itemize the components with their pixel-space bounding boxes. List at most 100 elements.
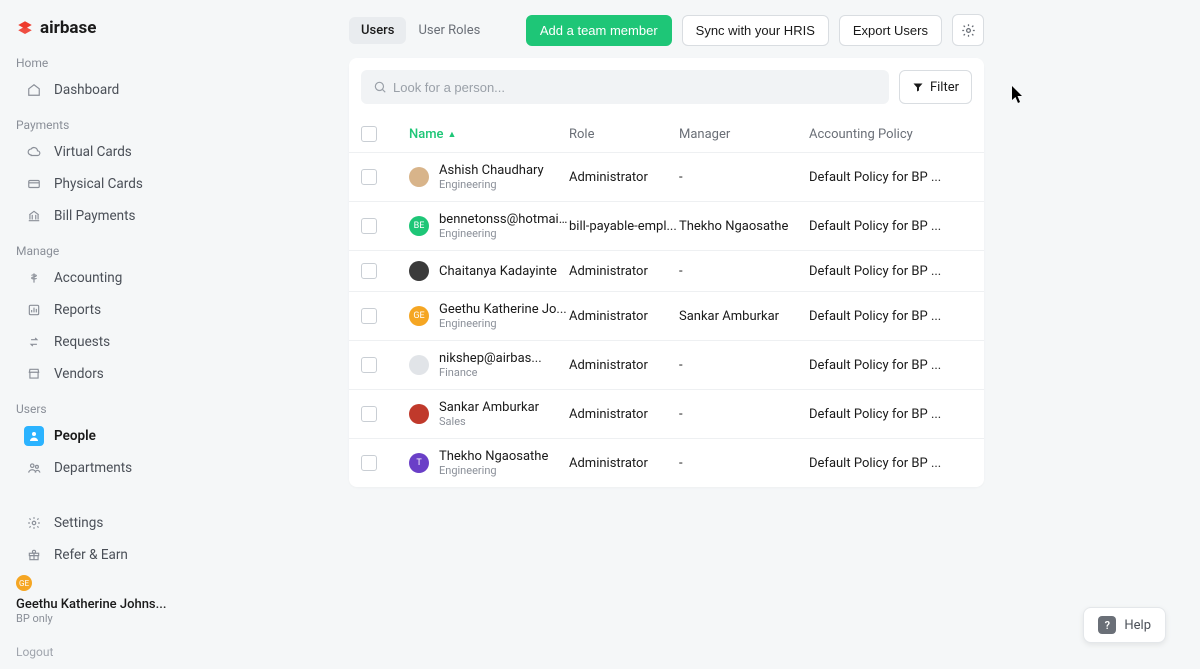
row-name: Chaitanya Kadayinte — [439, 264, 557, 279]
logout-link[interactable]: Logout — [16, 645, 216, 659]
select-all-checkbox[interactable] — [361, 126, 377, 142]
row-name: Ashish Chaudhary — [439, 163, 544, 178]
nav-people[interactable]: People — [16, 420, 216, 452]
row-policy: Default Policy for BP ... — [809, 219, 959, 234]
row-policy: Default Policy for BP ... — [809, 170, 959, 185]
table-header-row: Name ▲ Role Manager Accounting Policy — [349, 116, 984, 152]
table-row[interactable]: Chaitanya Kadayinte Administrator - Defa… — [349, 250, 984, 291]
nav-settings[interactable]: Settings — [16, 507, 216, 539]
row-avatar — [409, 355, 429, 375]
nav-virtual-cards[interactable]: Virtual Cards — [16, 136, 216, 168]
row-policy: Default Policy for BP ... — [809, 456, 959, 471]
table-row[interactable]: Sankar Amburkar Sales Administrator - De… — [349, 389, 984, 438]
table-row[interactable]: T Thekho Ngaosathe Engineering Administr… — [349, 438, 984, 487]
nav-label: Bill Payments — [54, 208, 136, 224]
filter-icon — [912, 81, 924, 93]
row-dept: Finance — [439, 366, 542, 379]
row-role: Administrator — [569, 264, 679, 279]
nav-physical-cards[interactable]: Physical Cards — [16, 168, 216, 200]
tab-user-roles[interactable]: User Roles — [406, 17, 492, 44]
search-icon — [373, 80, 387, 94]
nav-heading-payments: Payments — [16, 118, 216, 132]
sidebar: airbase Home Dashboard Payments Virtual … — [0, 0, 216, 669]
help-label: Help — [1124, 618, 1151, 633]
gear-icon — [961, 23, 976, 38]
nav-label: People — [54, 428, 96, 444]
brand-name: airbase — [40, 18, 96, 38]
nav-dashboard[interactable]: Dashboard — [16, 74, 216, 106]
settings-gear-button[interactable] — [952, 14, 984, 46]
table-row[interactable]: nikshep@airbas... Finance Administrator … — [349, 340, 984, 389]
nav-label: Accounting — [54, 270, 122, 286]
main-content: Users User Roles Add a team member Sync … — [216, 0, 1200, 669]
current-user-sub: BP only — [16, 612, 216, 625]
table-body: Ashish Chaudhary Engineering Administrat… — [349, 152, 984, 487]
nav-heading-home: Home — [16, 56, 216, 70]
row-avatar — [409, 404, 429, 424]
col-header-policy[interactable]: Accounting Policy — [809, 127, 959, 142]
row-checkbox[interactable] — [361, 406, 377, 422]
filter-label: Filter — [930, 80, 959, 95]
nav-accounting[interactable]: Accounting — [16, 262, 216, 294]
row-manager: - — [679, 456, 809, 471]
row-avatar: GE — [409, 306, 429, 326]
row-name: Sankar Amburkar — [439, 400, 539, 415]
row-policy: Default Policy for BP ... — [809, 407, 959, 422]
row-checkbox[interactable] — [361, 263, 377, 279]
table-row[interactable]: BE bennetonss@hotmail.... Engineering bi… — [349, 201, 984, 250]
row-dept: Engineering — [439, 464, 548, 477]
row-checkbox[interactable] — [361, 357, 377, 373]
row-dept: Sales — [439, 415, 539, 428]
nav-refer[interactable]: Refer & Earn — [16, 539, 216, 571]
nav-requests[interactable]: Requests — [16, 326, 216, 358]
row-checkbox[interactable] — [361, 308, 377, 324]
gift-icon — [24, 545, 44, 565]
row-avatar — [409, 261, 429, 281]
nav-label: Dashboard — [54, 82, 119, 98]
nav-label: Refer & Earn — [54, 547, 128, 563]
table-row[interactable]: GE Geethu Katherine Jo... Engineering Ad… — [349, 291, 984, 340]
airbase-logo-icon — [16, 19, 34, 37]
row-role: Administrator — [569, 309, 679, 324]
row-manager: - — [679, 170, 809, 185]
export-users-button[interactable]: Export Users — [839, 15, 942, 46]
col-header-manager[interactable]: Manager — [679, 127, 809, 142]
row-checkbox[interactable] — [361, 169, 377, 185]
col-header-role[interactable]: Role — [569, 127, 679, 142]
card-icon — [24, 174, 44, 194]
search-input[interactable] — [393, 80, 877, 95]
row-avatar — [409, 167, 429, 187]
current-user-avatar: GE — [16, 575, 32, 591]
nav-heading-users: Users — [16, 402, 216, 416]
brand-logo[interactable]: airbase — [16, 18, 216, 38]
nav-reports[interactable]: Reports — [16, 294, 216, 326]
row-role: Administrator — [569, 358, 679, 373]
search-box[interactable] — [361, 70, 889, 104]
help-widget[interactable]: ? Help — [1083, 607, 1166, 643]
row-checkbox[interactable] — [361, 455, 377, 471]
store-icon — [24, 364, 44, 384]
users-card: Filter Name ▲ Role Manager Accounting Po… — [349, 58, 984, 487]
table-row[interactable]: Ashish Chaudhary Engineering Administrat… — [349, 152, 984, 201]
chart-icon — [24, 300, 44, 320]
current-user-block[interactable]: GE Geethu Katherine Johns... BP only — [16, 571, 216, 631]
filter-button[interactable]: Filter — [899, 70, 972, 104]
row-manager: Sankar Amburkar — [679, 309, 809, 324]
nav-departments[interactable]: Departments — [16, 452, 216, 484]
sync-hris-button[interactable]: Sync with your HRIS — [682, 15, 829, 46]
row-manager: - — [679, 358, 809, 373]
row-name: bennetonss@hotmail.... — [439, 212, 569, 227]
nav-vendors[interactable]: Vendors — [16, 358, 216, 390]
col-header-name[interactable]: Name ▲ — [409, 127, 569, 142]
nav-bill-payments[interactable]: Bill Payments — [16, 200, 216, 232]
tab-users[interactable]: Users — [349, 17, 406, 44]
sort-asc-icon: ▲ — [448, 129, 457, 140]
row-checkbox[interactable] — [361, 218, 377, 234]
add-team-member-button[interactable]: Add a team member — [526, 15, 672, 46]
gear-icon — [24, 513, 44, 533]
nav-label: Vendors — [54, 366, 104, 382]
row-policy: Default Policy for BP ... — [809, 358, 959, 373]
nav-label: Settings — [54, 515, 103, 531]
row-role: Administrator — [569, 407, 679, 422]
row-dept: Engineering — [439, 317, 567, 330]
